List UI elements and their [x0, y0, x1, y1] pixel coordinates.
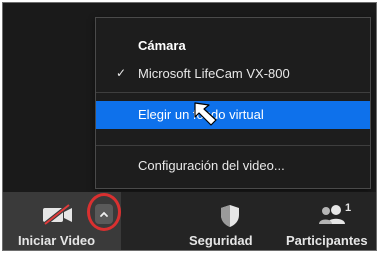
video-options-menu: Cámara ✓ Microsoft LifeCam VX-800 Elegir…: [95, 17, 371, 189]
meeting-toolbar: Iniciar Video Seguridad 1 Participantes: [3, 192, 376, 250]
shield-icon: [221, 205, 239, 227]
choose-virtual-background-item[interactable]: Elegir un fondo virtual: [96, 101, 370, 129]
menu-divider: [96, 145, 370, 146]
zoom-window: Cámara ✓ Microsoft LifeCam VX-800 Elegir…: [2, 2, 377, 251]
annotation-circle: [87, 193, 121, 231]
mouse-pointer-icon: [194, 102, 217, 126]
camera-option-lifecam[interactable]: Microsoft LifeCam VX-800: [138, 66, 290, 81]
people-icon: [319, 205, 345, 224]
video-settings-item[interactable]: Configuración del video...: [138, 158, 285, 173]
start-video-button[interactable]: Iniciar Video: [3, 192, 121, 250]
security-button[interactable]: Seguridad: [189, 233, 253, 248]
camera-section-title: Cámara: [138, 38, 186, 53]
check-icon: ✓: [116, 66, 127, 80]
video-off-icon: [43, 204, 72, 226]
participants-button[interactable]: Participantes: [286, 233, 368, 248]
menu-divider: [96, 92, 370, 93]
start-video-label: Iniciar Video: [18, 233, 96, 248]
participants-count: 1: [345, 202, 352, 214]
